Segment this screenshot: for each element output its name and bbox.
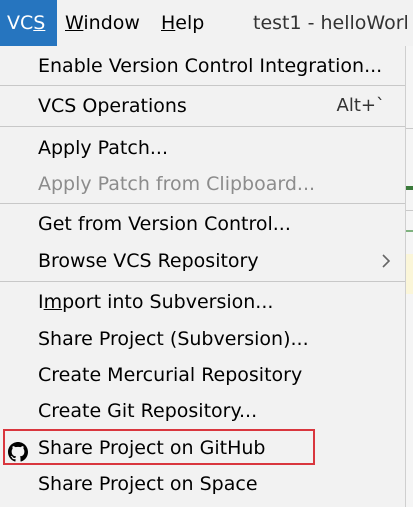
menu-item-label: VCS Operations xyxy=(38,95,187,117)
editor-divider xyxy=(406,210,413,211)
editor-divider xyxy=(406,128,413,129)
menu-window[interactable]: Window xyxy=(65,0,140,46)
menu-item-shortcut: Alt+` xyxy=(336,95,385,116)
menu-item-create-git-repository[interactable]: Create Git Repository... xyxy=(0,393,405,429)
editor-marker xyxy=(406,186,413,190)
menu-vcs-label: VCS xyxy=(7,12,46,34)
menu-item-label: Browse VCS Repository xyxy=(38,250,259,272)
menu-help[interactable]: Help xyxy=(161,0,204,46)
highlight-annotation xyxy=(3,429,315,465)
menu-bar: VCS Window Help test1 - helloWorl xyxy=(0,0,413,46)
menu-item-label: Create Git Repository... xyxy=(38,400,258,422)
menu-item-label: Enable Version Control Integration... xyxy=(38,55,383,77)
menu-item-get-from-vcs[interactable]: Get from Version Control... xyxy=(0,206,405,242)
menu-item-label: Get from Version Control... xyxy=(38,213,291,235)
menu-item-label: Create Mercurial Repository xyxy=(38,364,303,386)
menu-item-share-project-space[interactable]: Share Project on Space xyxy=(0,466,405,502)
menu-item-label: Apply Patch from Clipboard... xyxy=(38,173,316,195)
menu-item-label: Apply Patch... xyxy=(38,137,168,159)
menu-vcs[interactable]: VCS xyxy=(0,0,57,46)
window-title: test1 - helloWorl xyxy=(253,12,409,34)
menu-item-create-mercurial-repository[interactable]: Create Mercurial Repository xyxy=(0,357,405,393)
menu-item-enable-vcs[interactable]: Enable Version Control Integration... xyxy=(0,48,405,84)
menu-item-vcs-operations[interactable]: VCS Operations Alt+` xyxy=(0,88,405,124)
menu-item-apply-patch-clipboard: Apply Patch from Clipboard... xyxy=(0,166,405,202)
menu-item-label: Share Project on Space xyxy=(38,473,258,495)
screen: VCS Window Help test1 - helloWorl Enable… xyxy=(0,0,413,507)
menu-separator xyxy=(0,281,405,282)
menu-separator xyxy=(0,126,405,127)
menu-separator xyxy=(0,85,405,86)
menu-item-share-project-subversion[interactable]: Share Project (Subversion)... xyxy=(0,321,405,357)
menu-item-label: Import into Subversion... xyxy=(38,291,274,313)
menu-item-apply-patch[interactable]: Apply Patch... xyxy=(0,130,405,166)
editor-highlight xyxy=(406,254,413,294)
menu-separator xyxy=(0,203,405,204)
editor-marker xyxy=(406,230,413,232)
menu-item-label: Share Project (Subversion)... xyxy=(38,328,309,350)
menu-item-browse-vcs-repository[interactable]: Browse VCS Repository xyxy=(0,243,405,279)
menu-item-import-subversion[interactable]: Import into Subversion... xyxy=(0,284,405,320)
